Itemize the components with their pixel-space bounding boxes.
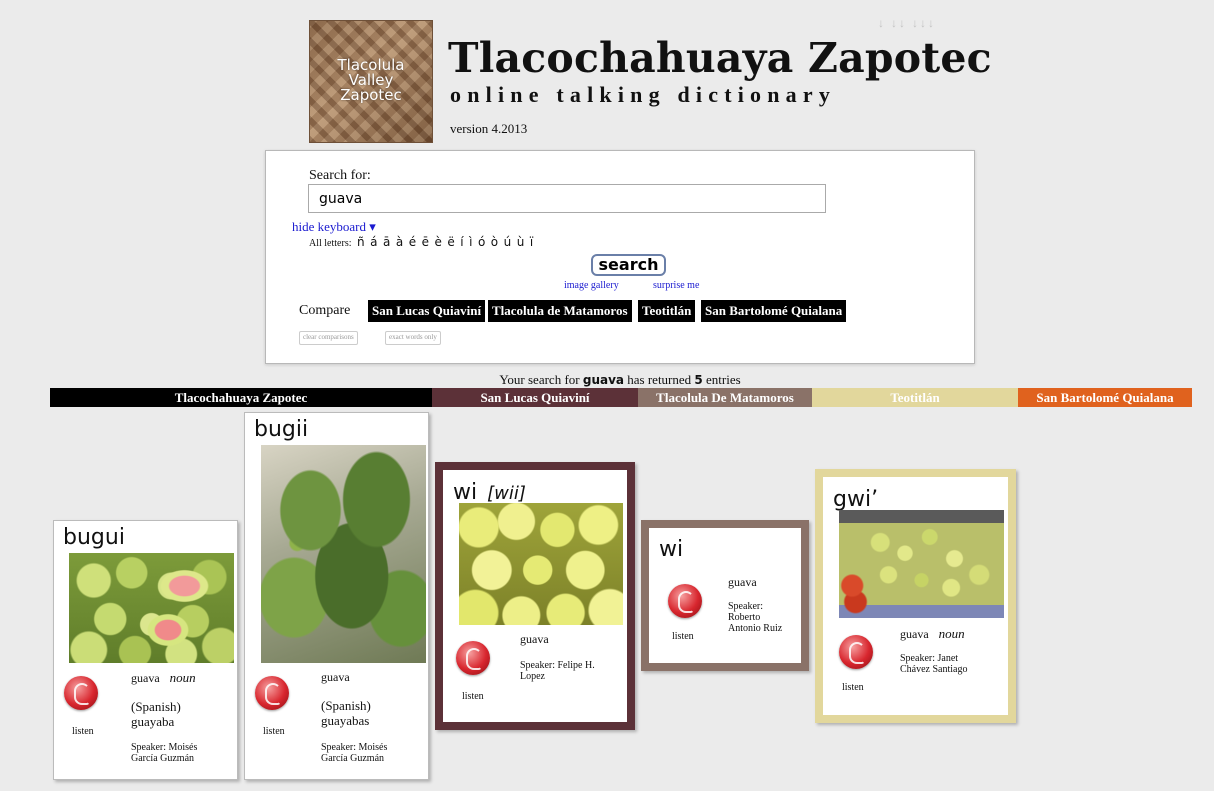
letter-key[interactable]: è — [434, 235, 441, 249]
logo[interactable]: Tlacolula Valley Zapotec — [309, 20, 433, 143]
letter-key[interactable]: ó — [478, 235, 485, 249]
listen-link[interactable]: listen — [672, 631, 694, 642]
letter-key[interactable]: ā — [383, 235, 390, 249]
page-subtitle: online talking dictionary — [450, 82, 837, 107]
entry-word: bugii — [254, 417, 309, 442]
search-label: Search for: — [309, 168, 371, 183]
letter-key[interactable]: ē — [422, 235, 429, 249]
ear-listen-icon[interactable] — [839, 635, 873, 669]
page-title: Tlacochahuaya Zapotec — [448, 34, 992, 82]
results-summary: Your search for guava has returned 5 ent… — [499, 372, 741, 387]
letter-keyboard: All letters: ñ á ā à é ē è ë í ì ó ò ú ù… — [309, 235, 533, 249]
guava-image — [459, 503, 623, 625]
entry-word: gwi’ — [833, 487, 879, 512]
speaker-credit: Speaker: Moisés García Guzmán — [131, 742, 198, 764]
cut-guava-image — [69, 553, 234, 663]
guava-image — [69, 553, 234, 663]
logo-text: Tlacolula Valley Zapotec — [337, 56, 405, 104]
letter-key[interactable]: ï — [530, 235, 533, 249]
hide-keyboard-link[interactable]: hide keyboard ▾ — [292, 219, 376, 235]
listen-link[interactable]: listen — [263, 726, 285, 737]
listen-link[interactable]: listen — [842, 682, 864, 693]
entry-word: bugui — [63, 525, 125, 550]
entry-word: wi — [659, 537, 684, 562]
speaker-credit: Speaker: Moisés García Guzmán — [321, 742, 388, 764]
letter-key[interactable]: ù — [517, 235, 525, 249]
letter-key[interactable]: á — [370, 235, 377, 249]
entry-card: bugui listen guava noun (Spanish) guayaba… — [53, 520, 238, 780]
compare-tlacolula-button[interactable]: Tlacolula de Matamoros — [488, 300, 632, 322]
entry-word: wi [wii] — [453, 480, 526, 505]
guava-tree-image — [261, 445, 426, 663]
entry-gloss: guava — [520, 632, 549, 646]
search-input[interactable] — [308, 184, 826, 213]
letter-key[interactable]: ú — [504, 235, 512, 249]
compare-label: Compare — [299, 303, 351, 318]
guava-market-image — [839, 510, 1004, 618]
band-san-lucas: San Lucas Quiaviní — [432, 388, 638, 407]
speaker-credit: Speaker: Roberto Antonio Ruiz — [728, 601, 783, 634]
letter-key[interactable]: ñ — [357, 235, 365, 249]
band-tlacochahuaya: Tlacochahuaya Zapotec — [50, 388, 432, 407]
speaker-credit: Speaker: Janet Chávez Santiago — [900, 653, 968, 675]
entry-card: wi listen guava Speaker: Roberto Antonio… — [641, 520, 809, 671]
letter-key[interactable]: é — [409, 235, 416, 249]
entry-gloss: guava — [728, 575, 757, 589]
compare-san-bartolome-button[interactable]: San Bartolomé Quialana — [701, 300, 847, 322]
spanish-translation: (Spanish) guayaba — [131, 699, 181, 729]
exact-words-only-button[interactable]: exact words only — [385, 331, 441, 345]
listen-link[interactable]: listen — [72, 726, 94, 737]
letter-key[interactable]: í — [460, 235, 463, 249]
band-san-bartolome: San Bartolomé Quialana — [1018, 388, 1192, 407]
listen-link[interactable]: listen — [462, 691, 484, 702]
ear-listen-icon[interactable] — [668, 584, 702, 618]
search-button[interactable]: search — [591, 254, 666, 276]
sort-arrows-icon[interactable]: ↓ ↓↓ ↓↓↓ — [878, 16, 936, 31]
ear-listen-icon[interactable] — [64, 676, 98, 710]
version-label: version 4.2013 — [450, 121, 528, 136]
letter-key[interactable]: ò — [491, 235, 498, 249]
compare-san-lucas-button[interactable]: San Lucas Quiaviní — [368, 300, 486, 322]
entry-gloss: guava noun — [131, 670, 196, 685]
band-tlacolula: Tlacolula De Matamoros — [638, 388, 812, 407]
band-teotitlan: Teotitlán — [812, 388, 1018, 407]
surprise-me-link[interactable]: surprise me — [653, 280, 699, 291]
speaker-credit: Speaker: Felipe H. Lopez — [520, 660, 595, 682]
spanish-translation: (Spanish) guayabas — [321, 698, 371, 728]
letter-key[interactable]: ì — [469, 235, 472, 249]
clear-comparisons-button[interactable]: clear comparisons — [299, 331, 358, 345]
image-gallery-link[interactable]: image gallery — [564, 280, 619, 291]
ear-listen-icon[interactable] — [255, 676, 289, 710]
compare-teotitlan-button[interactable]: Teotitlán — [638, 300, 696, 322]
entry-card: gwi’ listen guava noun Speaker: Janet Chá… — [815, 469, 1016, 723]
entry-card: wi [wii] listen guava Speaker: Felipe H. … — [435, 462, 635, 730]
letter-key[interactable]: ë — [447, 235, 454, 249]
all-letters-label: All letters: — [309, 238, 352, 249]
search-panel: Search for: hide keyboard ▾ All letters:… — [265, 150, 975, 364]
letter-key[interactable]: à — [396, 235, 403, 249]
ear-listen-icon[interactable] — [456, 641, 490, 675]
entry-gloss: guava noun — [900, 626, 965, 641]
entry-gloss: guava — [321, 670, 350, 684]
pronunciation: [wii] — [487, 483, 526, 504]
entry-card: bugii listen guava (Spanish) guayabas Sp… — [244, 412, 429, 780]
